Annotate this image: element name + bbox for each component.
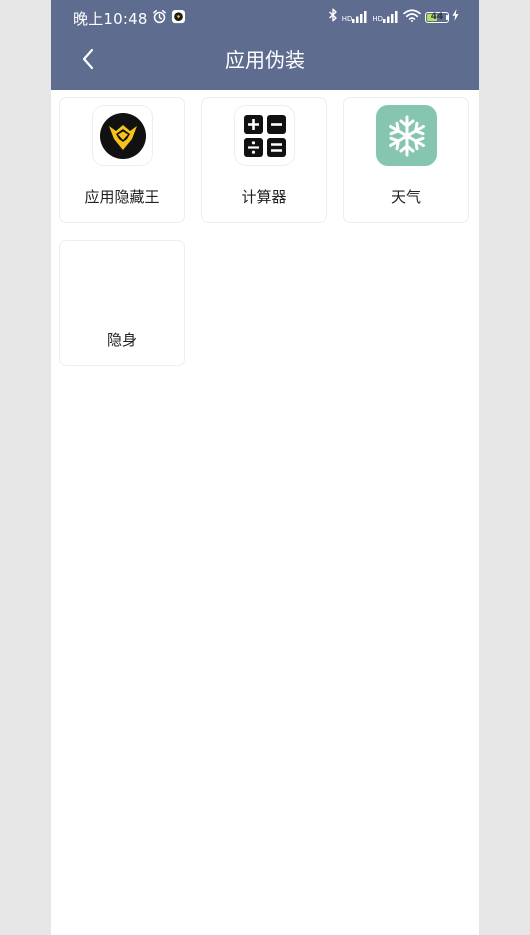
navigation-bar: 应用伪装 — [51, 38, 479, 82]
wifi-icon — [403, 8, 421, 26]
signal-icon: HD — [342, 11, 369, 23]
app-card-label: 隐身 — [106, 331, 137, 349]
status-bar: 晚上10:48 HD HD 44 — [51, 0, 479, 36]
crown-logo-icon — [92, 105, 153, 166]
status-time: 晚上10:48 — [73, 10, 148, 28]
snowflake-icon — [376, 105, 437, 166]
calculator-icon — [234, 105, 295, 166]
app-card-label: 天气 — [390, 188, 421, 206]
app-card-label: 计算器 — [241, 188, 287, 206]
status-right: HD HD 44 — [328, 8, 459, 26]
status-left: 晚上10:48 — [73, 8, 186, 29]
signal-icon-secondary: HD — [372, 11, 399, 23]
battery-icon: 44 — [425, 11, 449, 23]
app-card-invisible[interactable]: 隐身 — [59, 240, 185, 366]
page-title: 应用伪装 — [225, 48, 305, 72]
header-bar: 晚上10:48 HD HD 44 应用伪装 — [51, 0, 479, 90]
app-card-app-hider[interactable]: 应用隐藏王 — [59, 97, 185, 223]
battery-body: 44 — [425, 11, 449, 23]
app-screen: 晚上10:48 HD HD 44 应用伪装 应用隐藏王 计算器 天气 隐身 — [51, 0, 479, 935]
bluetooth-icon — [328, 8, 338, 26]
app-card-calculator[interactable]: 计算器 — [201, 97, 327, 223]
battery-level: 44 — [430, 12, 444, 22]
app-card-weather[interactable]: 天气 — [343, 97, 469, 223]
alarm-icon — [152, 9, 167, 28]
charging-icon — [452, 9, 459, 25]
app-notification-icon — [171, 9, 186, 28]
app-card-label: 应用隐藏王 — [84, 188, 160, 206]
